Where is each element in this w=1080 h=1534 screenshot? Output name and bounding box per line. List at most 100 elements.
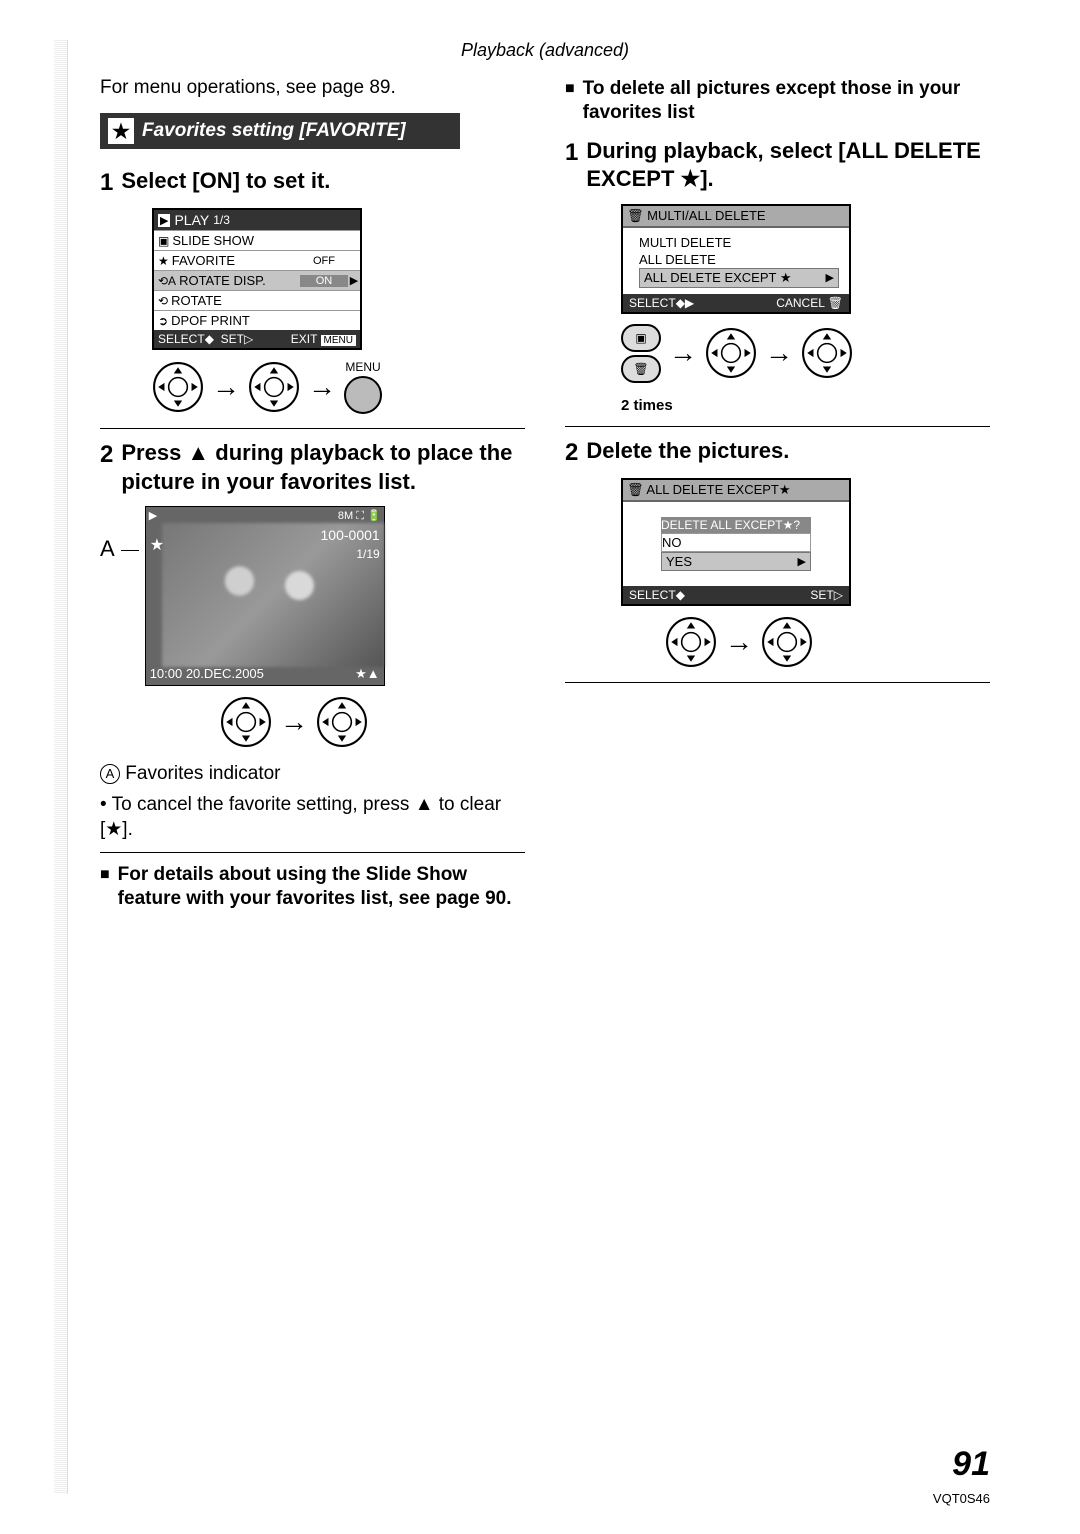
play-menu-screen: ▶ PLAY 1/3 ▣SLIDE SHOW ★FAVORITE OFF ⟲AR… [152,208,362,350]
callout-line [121,550,139,551]
divider [565,426,990,427]
menu-row-dpof: ➲DPOF PRINT [154,310,360,330]
right-column: ■ To delete all pictures except those in… [565,77,990,923]
step-text: Select [ON] to set it. [121,167,330,198]
photo-size: 8M [338,510,353,522]
menu-row-rotate: ⟲ROTATE [154,290,360,310]
confirm-yes: YES▶ [661,552,811,571]
page-number: 91 [952,1445,990,1484]
menu-page-fraction: 1/3 [213,213,230,227]
confirm-footer: SELECT◆ SET▷ [623,586,849,604]
menu-row-favorite: ★FAVORITE OFF [154,250,360,270]
callout-a: A [100,536,115,562]
dpad-icon [220,696,272,748]
photo-datetime: 10:00 20.DEC.2005 [150,666,264,682]
divider [100,428,525,429]
confirm-question: DELETE ALL EXCEPT★? [661,517,811,533]
delete-menu-title: 🗑 MULTI/ALL DELETE [623,206,849,228]
dpad-icon [316,696,368,748]
arrow-right-icon: → [308,371,336,403]
intro-text: For menu operations, see page 89. [100,77,525,99]
option-multi-delete: MULTI DELETE [639,234,839,251]
slideshow-icon: ▣ [158,234,169,248]
dpad-icon [761,616,813,668]
delete-except-heading: ■ To delete all pictures except those in… [565,77,990,125]
banner-text: Favorites setting [FAVORITE] [142,120,406,142]
chevron-right-icon: ▶ [348,274,360,287]
step-text: Delete the pictures. [586,437,789,468]
step-number: 2 [100,439,113,496]
arrow-right-icon: → [212,371,240,403]
menu-row-slideshow: ▣SLIDE SHOW [154,230,360,250]
right-step-1: 1 During playback, select [ALL DELETE EX… [565,137,990,194]
option-all-delete-except: ALL DELETE EXCEPT ★ ▶ [639,268,839,288]
square-bullet-icon: ■ [100,865,110,911]
multi-icon: ▣ [621,324,661,352]
dpad-sequence-1: → → MENU [152,360,525,414]
confirm-delete-screen: 🗑 ALL DELETE EXCEPT★ DELETE ALL EXCEPT★?… [621,478,851,606]
step-text: During playback, select [ALL DELETE EXCE… [586,137,990,194]
step-number: 2 [565,437,578,468]
option-all-delete: ALL DELETE [639,251,839,268]
delete-menu-screen: 🗑 MULTI/ALL DELETE MULTI DELETE ALL DELE… [621,204,851,314]
star-up-icon: ★▲ [355,666,380,682]
favorite-indicator-icon: ★ [150,535,164,555]
photo-content [162,523,384,667]
callout-a-icon: A [100,764,120,784]
dpad-icon [665,616,717,668]
note-favorites-indicator: A Favorites indicator [100,762,525,787]
manual-page: Playback (advanced) For menu operations,… [0,0,1080,1534]
square-bullet-icon: ■ [565,79,575,125]
menu-row-rotate-disp: ⟲AROTATE DISP. ON ▶ [154,270,360,290]
dpad-icon [705,327,757,379]
playback-screen: ▶ 8M ⛶ 🔋 ★ 100-0001 1/19 10:00 20.DEC.20… [145,506,385,686]
step-number: 1 [565,137,578,194]
two-times-label: 2 times [621,397,990,414]
arrow-right-icon: → [280,706,308,738]
menu-header: ▶ PLAY 1/3 [154,210,360,230]
menu-footer: SELECT◆ SET▷ EXIT MENU [154,330,360,348]
dpad-sequence-2: → [220,696,525,748]
slideshow-note: ■ For details about using the Slide Show… [100,863,525,911]
step-2: 2 Press ▲ during playback to place the p… [100,439,525,496]
favorites-banner: ★ Favorites setting [FAVORITE] [100,113,460,149]
star-icon: ★ [158,254,169,268]
menu-button-stack: MENU [344,360,382,414]
menu-button-label: MENU [345,360,380,374]
delete-menu-footer: SELECT◆▶ CANCEL 🗑 [623,294,849,312]
menu-label: MENU [321,335,356,346]
document-code: VQT0S46 [933,1491,990,1506]
photo-count: 1/19 [356,547,379,561]
chevron-right-icon: ▶ [826,271,834,284]
arrow-right-icon: → [765,337,793,369]
play-mode-icon: ▶ [149,509,157,523]
arrow-right-icon: → [725,626,753,658]
menu-title: PLAY [174,212,209,228]
section-header: Playback (advanced) [100,40,990,61]
step-text: Press ▲ during playback to place the pic… [121,439,525,496]
file-number: 100-0001 [321,527,380,543]
rotate-disp-icon: ⟲A [158,274,176,288]
confirm-title: 🗑 ALL DELETE EXCEPT★ [623,480,849,502]
arrow-right-icon: → [669,337,697,369]
right-step-2: 2 Delete the pictures. [565,437,990,468]
dpad-icon [801,327,853,379]
rotate-icon: ⟲ [158,294,168,308]
dpad-icon [152,361,204,413]
trash-button-stack: ▣ 🗑 [621,324,661,383]
dpad-sequence-3: ▣ 🗑 → → [621,324,990,383]
menu-button-icon [344,376,382,414]
left-column: For menu operations, see page 89. ★ Favo… [100,77,525,923]
trash-icon: 🗑 [621,355,661,383]
star-icon: ★ [108,118,134,144]
dpad-sequence-4: → [665,616,990,668]
dpof-icon: ➲ [158,314,168,328]
play-icon: ▶ [158,214,170,227]
step-1: 1 Select [ON] to set it. [100,167,525,198]
confirm-no: NO [661,533,811,552]
divider [565,682,990,683]
chevron-right-icon: ▶ [798,555,806,568]
divider [100,852,525,853]
dpad-icon [248,361,300,413]
step-number: 1 [100,167,113,198]
